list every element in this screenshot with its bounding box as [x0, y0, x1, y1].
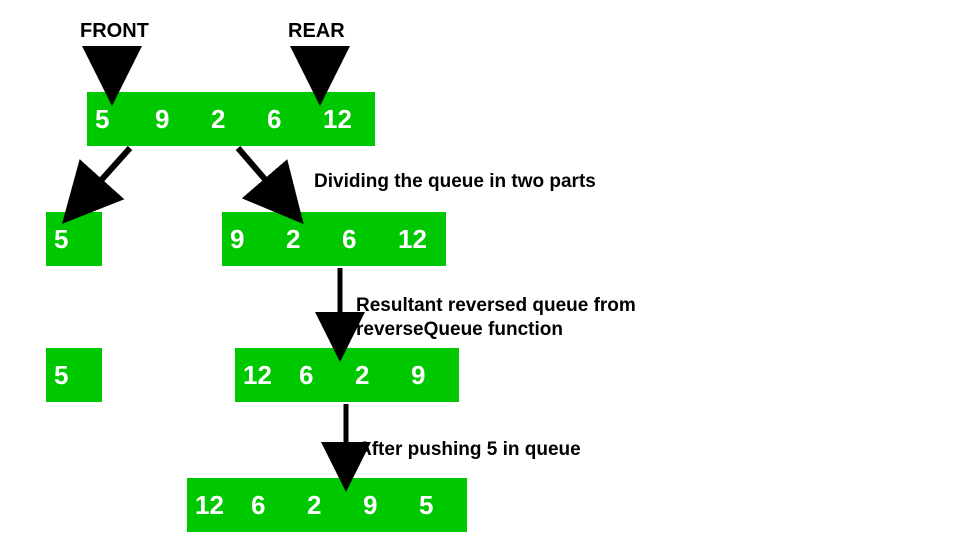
rear-label: REAR	[288, 20, 345, 43]
cell: 5	[46, 348, 102, 402]
caption-divide: Dividing the queue in two parts	[314, 170, 596, 194]
cell: 6	[334, 212, 390, 266]
cell: 9	[147, 92, 203, 146]
queue-popped-left: 5	[46, 348, 102, 402]
queue-split-right: 9 2 6 12	[222, 212, 446, 266]
arrow-split-left	[78, 148, 130, 206]
cell: 5	[411, 478, 467, 532]
cell: 9	[355, 478, 411, 532]
cell: 12	[235, 348, 291, 402]
queue-final: 12 6 2 9 5	[187, 478, 467, 532]
cell: 12	[187, 478, 243, 532]
cell: 2	[203, 92, 259, 146]
front-label: FRONT	[80, 20, 149, 43]
arrow-split-right	[238, 148, 288, 206]
caption-reverse-l2: reverseQueue function	[356, 318, 563, 342]
cell: 9	[403, 348, 459, 402]
caption-reverse-l1: Resultant reversed queue from	[356, 294, 636, 318]
cell: 12	[390, 212, 446, 266]
cell: 9	[222, 212, 278, 266]
cell: 12	[315, 92, 375, 146]
cell: 6	[259, 92, 315, 146]
cell: 6	[291, 348, 347, 402]
queue-reversed: 12 6 2 9	[235, 348, 459, 402]
queue-split-left: 5	[46, 212, 102, 266]
cell: 5	[87, 92, 147, 146]
caption-push: After pushing 5 in queue	[358, 438, 581, 462]
cell: 2	[299, 478, 355, 532]
queue-original: 5 9 2 6 12	[87, 92, 375, 146]
cell: 5	[46, 212, 102, 266]
cell: 6	[243, 478, 299, 532]
cell: 2	[347, 348, 403, 402]
cell: 2	[278, 212, 334, 266]
